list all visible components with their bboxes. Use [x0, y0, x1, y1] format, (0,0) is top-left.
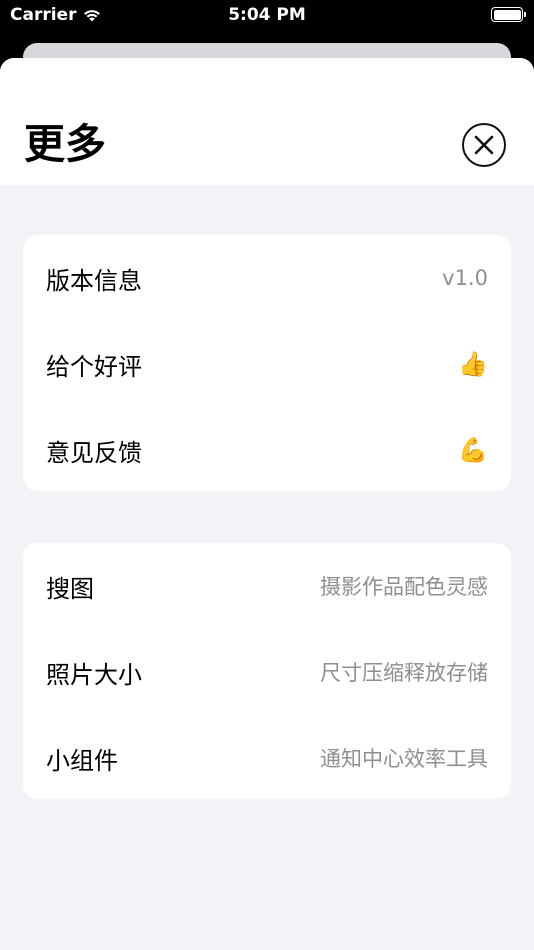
row-description: 通知中心效率工具 [320, 747, 488, 771]
row-description: 尺寸压缩释放存储 [320, 661, 488, 685]
thumbs-up-icon: 👍 [458, 350, 488, 378]
row-label: 版本信息 [46, 266, 142, 295]
close-button[interactable] [462, 123, 506, 167]
status-time: 5:04 PM [228, 5, 306, 25]
sheet-header: 更多 [0, 58, 534, 185]
row-feedback[interactable]: 意见反馈 💪 [23, 407, 511, 493]
row-widgets[interactable]: 小组件 通知中心效率工具 [23, 715, 511, 801]
battery-level [493, 9, 521, 20]
row-label: 给个好评 [46, 352, 142, 381]
flexed-biceps-icon: 💪 [458, 436, 488, 464]
row-search-images[interactable]: 搜图 摄影作品配色灵感 [23, 543, 511, 629]
page-title: 更多 [24, 120, 106, 168]
settings-group-app: 版本信息 v1.0 给个好评 👍 意见反馈 💪 [23, 235, 511, 491]
row-photo-size[interactable]: 照片大小 尺寸压缩释放存储 [23, 629, 511, 715]
row-version-info[interactable]: 版本信息 v1.0 [23, 235, 511, 321]
close-icon [474, 135, 494, 155]
version-value: v1.0 [442, 266, 488, 290]
status-bar: Carrier 5:04 PM [0, 0, 534, 32]
row-description: 摄影作品配色灵感 [320, 575, 488, 599]
row-label: 小组件 [46, 746, 118, 775]
battery-icon [491, 7, 526, 22]
settings-group-apps: 搜图 摄影作品配色灵感 照片大小 尺寸压缩释放存储 小组件 通知中心效率工具 [23, 543, 511, 799]
row-label: 意见反馈 [46, 438, 142, 467]
more-sheet: 更多 版本信息 v1.0 给个好评 👍 意见反馈 💪 搜图 摄影作品配色灵感 照… [0, 58, 534, 950]
battery-tip [524, 12, 526, 17]
row-label: 照片大小 [46, 660, 142, 689]
row-label: 搜图 [46, 574, 94, 603]
row-rate-app[interactable]: 给个好评 👍 [23, 321, 511, 407]
